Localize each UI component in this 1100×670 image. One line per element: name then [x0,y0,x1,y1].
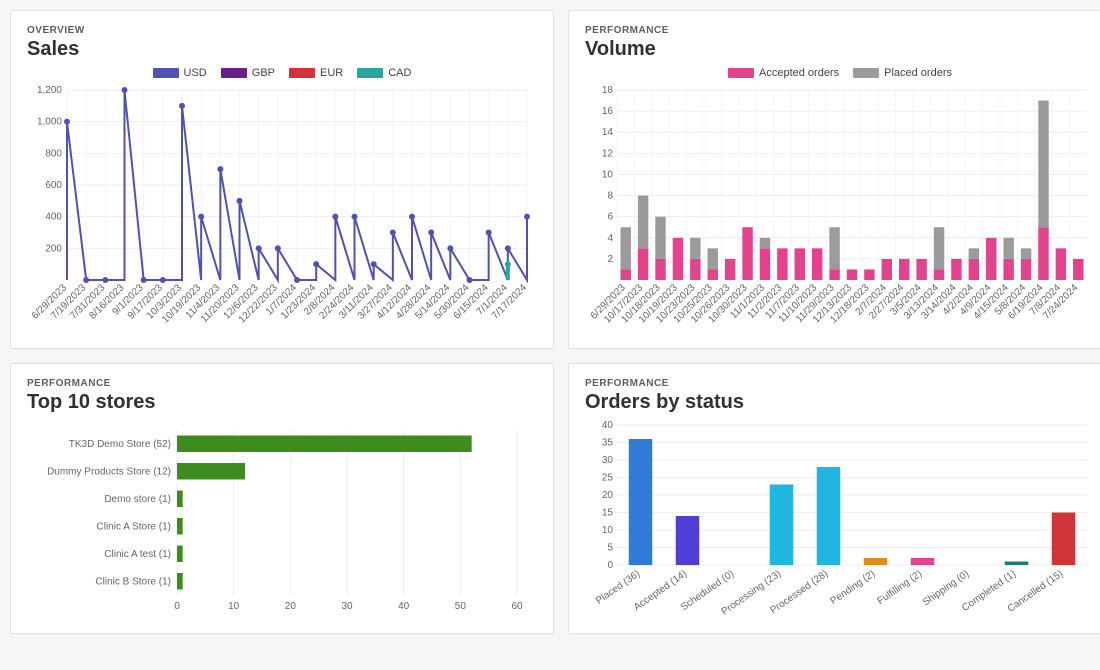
svg-text:40: 40 [602,420,614,431]
svg-text:200: 200 [45,243,62,254]
svg-text:TK3D Demo Store (52): TK3D Demo Store (52) [69,439,171,450]
stores-title: Top 10 stores [27,391,537,414]
orders-chart[interactable]: 0510152025303540Placed (36)Accepted (14)… [585,420,1095,625]
svg-text:4: 4 [607,233,613,244]
svg-text:50: 50 [455,601,467,612]
svg-text:10: 10 [602,525,614,536]
svg-text:0: 0 [607,560,613,571]
legend-swatch [728,68,754,78]
legend-label: CAD [388,67,411,79]
stores-eyebrow: PERFORMANCE [27,378,537,389]
legend-item[interactable]: USD [153,67,207,79]
volume-chart[interactable]: 246810121416186/29/202310/17/202310/18/2… [585,85,1095,340]
legend-label: Placed orders [884,67,952,79]
volume-eyebrow: PERFORMANCE [585,25,1095,36]
legend-label: Accepted orders [759,67,839,79]
sales-chart[interactable]: 2004006008001,0001,2006/29/20237/19/2023… [27,85,537,340]
sales-title: Sales [27,38,537,61]
sales-eyebrow: OVERVIEW [27,25,537,36]
legend-label: GBP [252,67,275,79]
svg-text:30: 30 [341,601,353,612]
svg-text:25: 25 [602,473,614,484]
svg-text:35: 35 [602,438,614,449]
sales-card: OVERVIEW Sales USD GBP EUR CAD 200 400 600 800… [10,10,554,349]
orders-title: Orders by status [585,391,1095,414]
legend-swatch [221,68,247,78]
svg-text:Clinic A test (1): Clinic A test (1) [104,549,171,560]
sales-legend: USD GBP EUR CAD [27,67,537,79]
legend-label: USD [184,67,207,79]
stores-card: PERFORMANCE Top 10 stores 0 10 20 30 40 50 60 T… [10,363,554,634]
svg-text:40: 40 [398,601,410,612]
volume-title: Volume [585,38,1095,61]
svg-text:0: 0 [174,601,180,612]
legend-swatch [853,68,879,78]
svg-text:5: 5 [607,543,613,554]
svg-text:15: 15 [602,508,614,519]
svg-text:800: 800 [45,148,62,159]
svg-text:Fulfilling (2): Fulfilling (2) [876,568,925,607]
legend-swatch [153,68,179,78]
volume-card: PERFORMANCE Volume Accepted orders Placed… [568,10,1100,349]
dashboard-grid: OVERVIEW Sales USDGBPEURCAD 200400600800… [10,10,1090,634]
legend-item[interactable]: GBP [221,67,275,79]
svg-text:8: 8 [607,191,613,202]
svg-text:30: 30 [602,455,614,466]
legend-item[interactable]: Placed orders [853,67,952,79]
legend-item[interactable]: Accepted orders [728,67,839,79]
svg-text:12: 12 [602,148,614,159]
legend-item[interactable]: EUR [289,67,343,79]
volume-legend: Accepted orders Placed orders [585,67,1095,79]
svg-text:Clinic B Store (1): Clinic B Store (1) [95,576,171,587]
svg-text:16: 16 [602,106,614,117]
svg-text:1,200: 1,200 [37,85,62,96]
svg-text:400: 400 [45,212,62,223]
svg-text:20: 20 [602,490,614,501]
svg-text:18: 18 [602,85,614,96]
legend-swatch [289,68,315,78]
svg-text:10: 10 [602,169,614,180]
svg-text:2: 2 [607,254,613,265]
svg-text:6: 6 [607,212,613,223]
svg-text:60: 60 [511,601,523,612]
orders-eyebrow: PERFORMANCE [585,378,1095,389]
orders-card: PERFORMANCE Orders by status 0 5 10 15 20 25 3… [568,363,1100,634]
svg-text:Demo store (1): Demo store (1) [104,494,171,505]
svg-text:14: 14 [602,127,614,138]
legend-swatch [357,68,383,78]
svg-text:Dummy Products Store (12): Dummy Products Store (12) [47,466,171,477]
svg-text:1,000: 1,000 [37,117,62,128]
svg-text:Pending (2): Pending (2) [829,568,878,607]
legend-label: EUR [320,67,343,79]
svg-text:20: 20 [285,601,297,612]
legend-item[interactable]: CAD [357,67,411,79]
svg-text:10: 10 [228,601,240,612]
svg-text:Clinic A Store (1): Clinic A Store (1) [97,521,171,532]
stores-chart[interactable]: 0 10 20 30 40 50 60 TK3D Demo Store (52) Dummy P… [27,420,537,625]
svg-text:600: 600 [45,180,62,191]
